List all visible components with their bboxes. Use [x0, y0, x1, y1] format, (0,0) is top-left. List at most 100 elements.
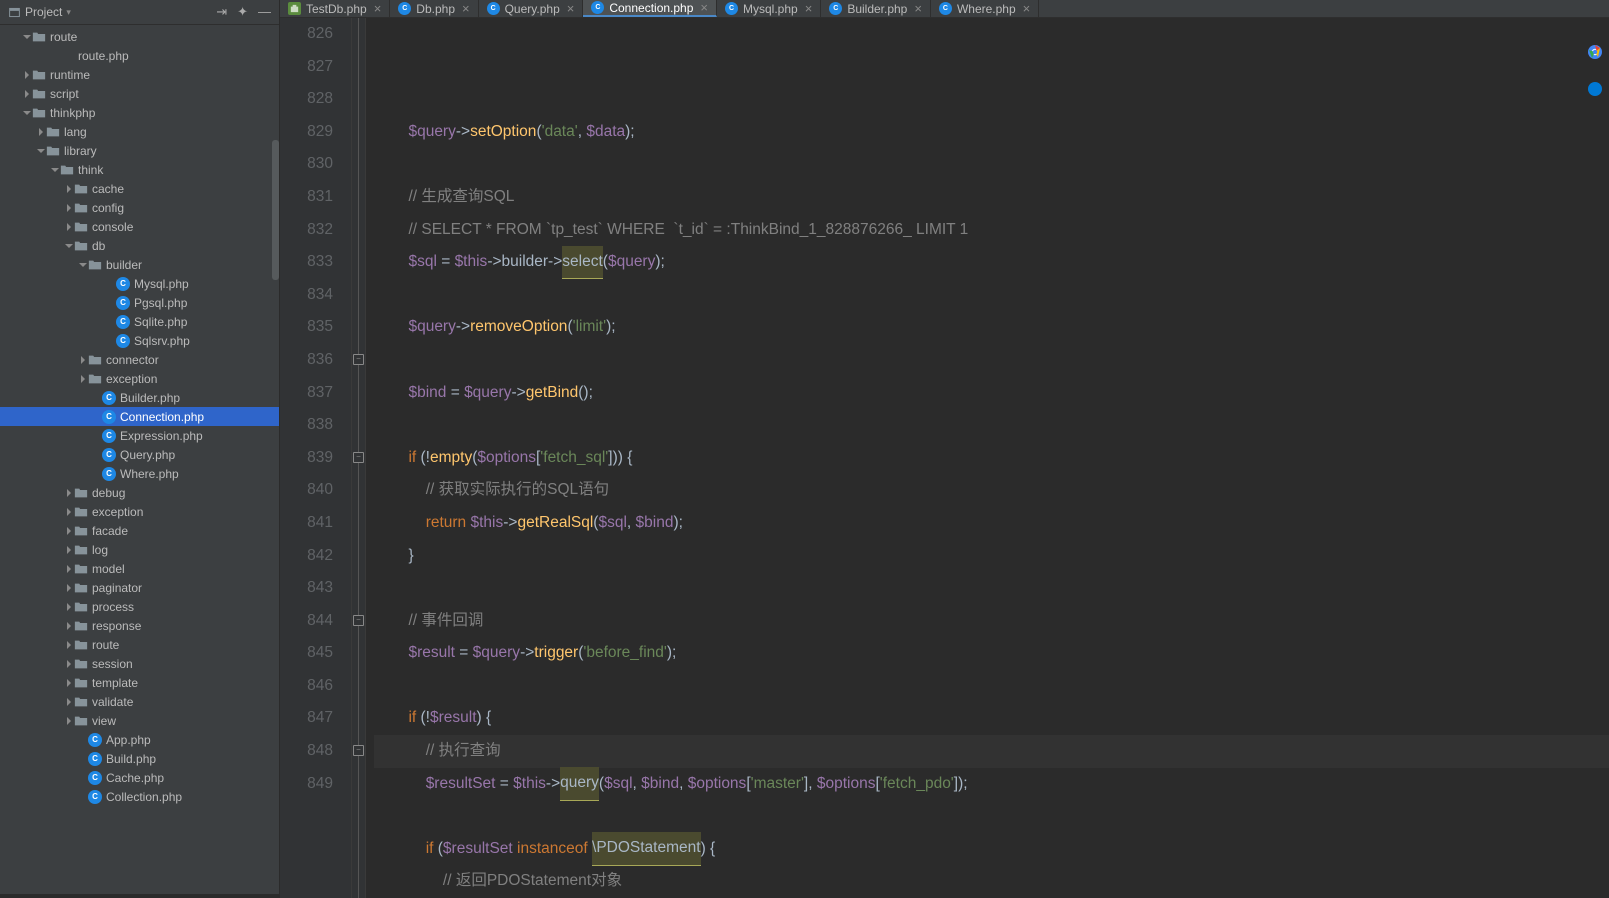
- tree-item-route[interactable]: route: [0, 635, 279, 654]
- tree-item-exception[interactable]: exception: [0, 369, 279, 388]
- tree-item-connection-php[interactable]: Connection.php: [0, 407, 279, 426]
- code-line-831[interactable]: [374, 279, 1609, 312]
- tab-testdb-php[interactable]: TestDb.php×: [280, 0, 390, 17]
- tree-arrow[interactable]: [78, 261, 88, 269]
- tree-arrow[interactable]: [64, 527, 74, 535]
- code-line-846[interactable]: $resultSet = $this->query($sql, $bind, $…: [374, 768, 1609, 801]
- code-editor[interactable]: 8268278288298308318328338348358368378388…: [280, 18, 1609, 898]
- code-line-836[interactable]: if (!empty($options['fetch_sql'])) {: [374, 442, 1609, 475]
- code-line-847[interactable]: [374, 800, 1609, 833]
- tree-item-session[interactable]: session: [0, 654, 279, 673]
- tree-item-validate[interactable]: validate: [0, 692, 279, 711]
- tab-connection-php[interactable]: Connection.php×: [583, 0, 717, 17]
- tree-item-build-php[interactable]: Build.php: [0, 749, 279, 768]
- tree-arrow[interactable]: [64, 603, 74, 611]
- tree-item-db[interactable]: db: [0, 236, 279, 255]
- code-line-845[interactable]: // 执行查询: [374, 735, 1609, 768]
- code-line-842[interactable]: $result = $query->trigger('before_find')…: [374, 637, 1609, 670]
- tree-arrow[interactable]: [64, 622, 74, 630]
- tree-scrollbar[interactable]: [272, 140, 279, 280]
- code-line-835[interactable]: [374, 409, 1609, 442]
- tree-item-route-php[interactable]: route.php: [0, 46, 279, 65]
- tree-arrow[interactable]: [64, 242, 74, 250]
- tree-item-think[interactable]: think: [0, 160, 279, 179]
- tree-item-route[interactable]: route: [0, 27, 279, 46]
- tree-item-thinkphp[interactable]: thinkphp: [0, 103, 279, 122]
- tree-arrow[interactable]: [64, 717, 74, 725]
- tree-arrow[interactable]: [22, 33, 32, 41]
- code-line-827[interactable]: [374, 148, 1609, 181]
- fold-marker[interactable]: −: [353, 354, 364, 365]
- tree-arrow[interactable]: [64, 185, 74, 193]
- tree-item-query-php[interactable]: Query.php: [0, 445, 279, 464]
- close-icon[interactable]: ×: [700, 0, 708, 15]
- tab-mysql-php[interactable]: Mysql.php×: [717, 0, 821, 17]
- tree-item-cache-php[interactable]: Cache.php: [0, 768, 279, 787]
- tree-arrow[interactable]: [22, 90, 32, 98]
- hide-icon[interactable]: —: [258, 4, 271, 20]
- collapse-icon[interactable]: ⇥: [216, 4, 227, 20]
- tree-item-lang[interactable]: lang: [0, 122, 279, 141]
- code-line-848[interactable]: if ($resultSet instanceof \PDOStatement)…: [374, 833, 1609, 866]
- tree-arrow[interactable]: [64, 584, 74, 592]
- code-line-829[interactable]: // SELECT * FROM `tp_test` WHERE `t_id` …: [374, 214, 1609, 247]
- tree-arrow[interactable]: [78, 375, 88, 383]
- tree-arrow[interactable]: [64, 546, 74, 554]
- tree-item-debug[interactable]: debug: [0, 483, 279, 502]
- code-line-833[interactable]: [374, 344, 1609, 377]
- close-icon[interactable]: ×: [567, 1, 575, 16]
- tree-item-facade[interactable]: facade: [0, 521, 279, 540]
- tree-item-script[interactable]: script: [0, 84, 279, 103]
- fold-marker[interactable]: −: [353, 745, 364, 756]
- tree-item-where-php[interactable]: Where.php: [0, 464, 279, 483]
- tree-arrow[interactable]: [64, 698, 74, 706]
- code-line-838[interactable]: return $this->getRealSql($sql, $bind);: [374, 507, 1609, 540]
- close-icon[interactable]: ×: [374, 1, 382, 16]
- tree-item-connector[interactable]: connector: [0, 350, 279, 369]
- project-tree[interactable]: routeroute.phpruntimescriptthinkphplangl…: [0, 25, 279, 894]
- tree-arrow[interactable]: [22, 109, 32, 117]
- tree-item-log[interactable]: log: [0, 540, 279, 559]
- code-line-830[interactable]: $sql = $this->builder->select($query);: [374, 246, 1609, 279]
- tree-arrow[interactable]: [64, 641, 74, 649]
- tree-item-template[interactable]: template: [0, 673, 279, 692]
- tree-arrow[interactable]: [64, 565, 74, 573]
- close-icon[interactable]: ×: [462, 1, 470, 16]
- tab-query-php[interactable]: Query.php×: [479, 0, 584, 17]
- code-line-849[interactable]: // 返回PDOStatement对象: [374, 865, 1609, 898]
- tree-item-mysql-php[interactable]: Mysql.php: [0, 274, 279, 293]
- code-line-843[interactable]: [374, 670, 1609, 703]
- tree-item-expression-php[interactable]: Expression.php: [0, 426, 279, 445]
- code-line-832[interactable]: $query->removeOption('limit');: [374, 311, 1609, 344]
- tree-item-process[interactable]: process: [0, 597, 279, 616]
- tree-item-paginator[interactable]: paginator: [0, 578, 279, 597]
- tree-item-collection-php[interactable]: Collection.php: [0, 787, 279, 806]
- code-line-839[interactable]: }: [374, 540, 1609, 573]
- code-line-844[interactable]: if (!$result) {: [374, 702, 1609, 735]
- tree-arrow[interactable]: [50, 166, 60, 174]
- tree-item-model[interactable]: model: [0, 559, 279, 578]
- fold-marker[interactable]: −: [353, 452, 364, 463]
- tree-item-cache[interactable]: cache: [0, 179, 279, 198]
- tree-arrow[interactable]: [22, 71, 32, 79]
- tree-item-sqlite-php[interactable]: Sqlite.php: [0, 312, 279, 331]
- code-line-828[interactable]: // 生成查询SQL: [374, 181, 1609, 214]
- tree-arrow[interactable]: [78, 356, 88, 364]
- close-icon[interactable]: ×: [805, 1, 813, 16]
- tree-arrow[interactable]: [64, 489, 74, 497]
- close-icon[interactable]: ×: [1023, 1, 1031, 16]
- code-line-834[interactable]: $bind = $query->getBind();: [374, 377, 1609, 410]
- tree-item-config[interactable]: config: [0, 198, 279, 217]
- tree-item-app-php[interactable]: App.php: [0, 730, 279, 749]
- tree-item-library[interactable]: library: [0, 141, 279, 160]
- tree-item-console[interactable]: console: [0, 217, 279, 236]
- tree-arrow[interactable]: [64, 508, 74, 516]
- tree-item-sqlsrv-php[interactable]: Sqlsrv.php: [0, 331, 279, 350]
- close-icon[interactable]: ×: [914, 1, 922, 16]
- tree-arrow[interactable]: [36, 147, 46, 155]
- tree-item-view[interactable]: view: [0, 711, 279, 730]
- tree-arrow[interactable]: [64, 204, 74, 212]
- tab-where-php[interactable]: Where.php×: [931, 0, 1039, 17]
- code-line-826[interactable]: $query->setOption('data', $data);: [374, 116, 1609, 149]
- tree-arrow[interactable]: [64, 223, 74, 231]
